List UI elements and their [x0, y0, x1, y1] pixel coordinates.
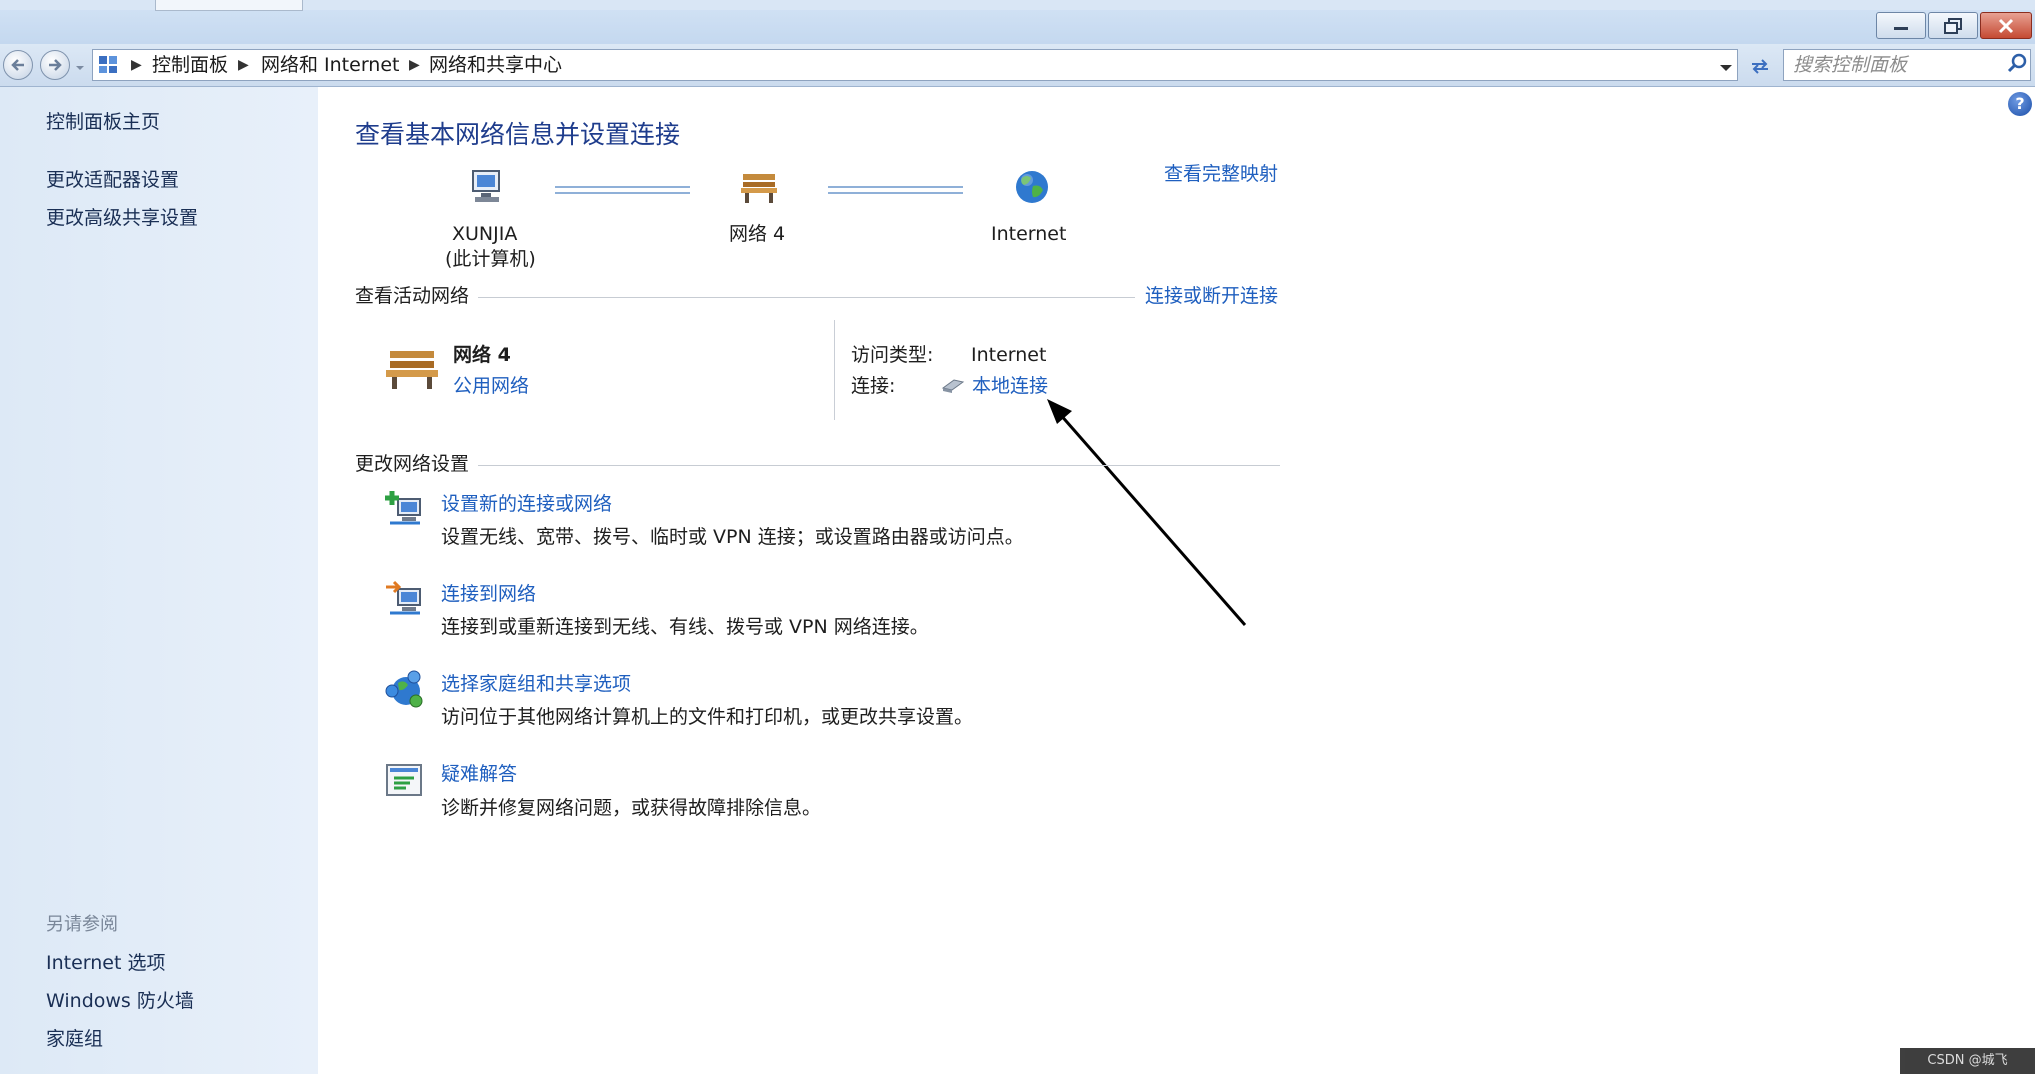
close-button[interactable] — [1980, 12, 2032, 39]
breadcrumb-separator[interactable]: ▶ — [131, 51, 142, 79]
access-type-label: 访问类型: — [851, 344, 934, 366]
bench-icon[interactable] — [739, 168, 781, 208]
search-icon — [2007, 53, 2027, 73]
help-icon[interactable]: ? — [2008, 92, 2032, 116]
map-connection-line — [555, 186, 690, 194]
sidebar-item-advanced-sharing[interactable]: 更改高级共享设置 — [46, 206, 198, 230]
map-connection-line — [828, 186, 963, 194]
forward-arrow-icon — [49, 59, 62, 71]
globe-icon[interactable] — [1013, 168, 1051, 210]
task-desc: 连接到或重新连接到无线、有线、拨号或 VPN 网络连接。 — [441, 616, 929, 638]
minimize-icon — [1894, 26, 1908, 30]
breadcrumb-control-panel[interactable]: 控制面板 — [152, 51, 228, 79]
map-network-label: 网络 4 — [729, 223, 786, 245]
new-connection-icon[interactable] — [384, 489, 424, 529]
task-troubleshoot[interactable]: 疑难解答 — [441, 761, 517, 787]
see-also-windows-firewall[interactable]: Windows 防火墙 — [46, 989, 194, 1013]
ethernet-icon — [940, 376, 966, 398]
active-networks-heading: 查看活动网络 — [355, 285, 470, 307]
change-settings-heading: 更改网络设置 — [355, 453, 470, 475]
task-desc: 设置无线、宽带、拨号、临时或 VPN 连接；或设置路由器或访问点。 — [441, 526, 1024, 548]
history-dropdown-button[interactable] — [75, 58, 85, 77]
task-connect-to-network[interactable]: 连接到网络 — [441, 581, 536, 607]
network-type-link[interactable]: 公用网络 — [453, 373, 529, 399]
task-setup-new-connection[interactable]: 设置新的连接或网络 — [441, 491, 612, 517]
connection-label: 连接: — [851, 375, 896, 397]
computer-subtitle: (此计算机) — [445, 248, 536, 270]
breadcrumb-network-internet[interactable]: 网络和 Internet — [261, 51, 399, 79]
refresh-icon — [1752, 59, 1768, 74]
chevron-down-icon — [76, 66, 84, 70]
forward-button[interactable] — [40, 50, 70, 80]
homegroup-icon[interactable] — [384, 669, 424, 709]
task-desc: 访问位于其他网络计算机上的文件和打印机，或更改共享设置。 — [441, 706, 974, 728]
breadcrumb-separator[interactable]: ▶ — [409, 51, 420, 79]
see-also-homegroup[interactable]: 家庭组 — [46, 1027, 103, 1051]
breadcrumb-network-sharing-center[interactable]: 网络和共享中心 — [429, 51, 562, 79]
page-title: 查看基本网络信息并设置连接 — [355, 120, 681, 149]
task-desc: 诊断并修复网络问题，或获得故障排除信息。 — [441, 797, 822, 819]
section-divider — [478, 465, 1280, 466]
public-network-bench-icon — [384, 345, 440, 395]
section-divider — [478, 297, 1135, 298]
breadcrumb-separator[interactable]: ▶ — [238, 51, 249, 79]
map-internet-label: Internet — [991, 223, 1067, 245]
tab-strip — [0, 0, 2035, 10]
chevron-down-icon — [1720, 65, 1732, 71]
back-arrow-icon — [11, 59, 24, 71]
restore-icon — [1944, 17, 1962, 34]
connect-disconnect-link[interactable]: 连接或断开连接 — [1145, 283, 1278, 309]
active-network-name: 网络 4 — [453, 344, 511, 366]
back-button[interactable] — [3, 50, 33, 80]
see-also-heading: 另请参阅 — [46, 914, 118, 935]
computer-name: XUNJIA — [452, 223, 518, 245]
minimize-button[interactable] — [1876, 12, 1926, 39]
access-type-value: Internet — [971, 344, 1047, 366]
search-button[interactable] — [2007, 53, 2027, 77]
view-full-map-link[interactable]: 查看完整映射 — [1164, 161, 1278, 187]
address-dropdown-button[interactable] — [1719, 58, 1733, 77]
computer-icon[interactable] — [467, 169, 507, 209]
sidebar-item-control-panel-home[interactable]: 控制面板主页 — [46, 110, 160, 134]
sidebar-item-adapter-settings[interactable]: 更改适配器设置 — [46, 168, 179, 192]
refresh-button[interactable] — [1743, 52, 1777, 80]
watermark: CSDN @城飞 — [1900, 1048, 2035, 1074]
taskbar-tab[interactable] — [155, 0, 303, 11]
see-also-internet-options[interactable]: Internet 选项 — [46, 951, 165, 975]
troubleshoot-icon[interactable] — [384, 760, 424, 800]
connect-network-icon[interactable] — [384, 579, 424, 619]
task-homegroup-sharing[interactable]: 选择家庭组和共享选项 — [441, 671, 631, 697]
vertical-divider — [834, 320, 835, 420]
annotation-arrow — [1047, 399, 1247, 626]
search-placeholder: 搜索控制面板 — [1793, 54, 1908, 76]
restore-button[interactable] — [1928, 12, 1978, 39]
control-panel-icon — [97, 53, 119, 79]
close-icon — [1998, 18, 2014, 33]
